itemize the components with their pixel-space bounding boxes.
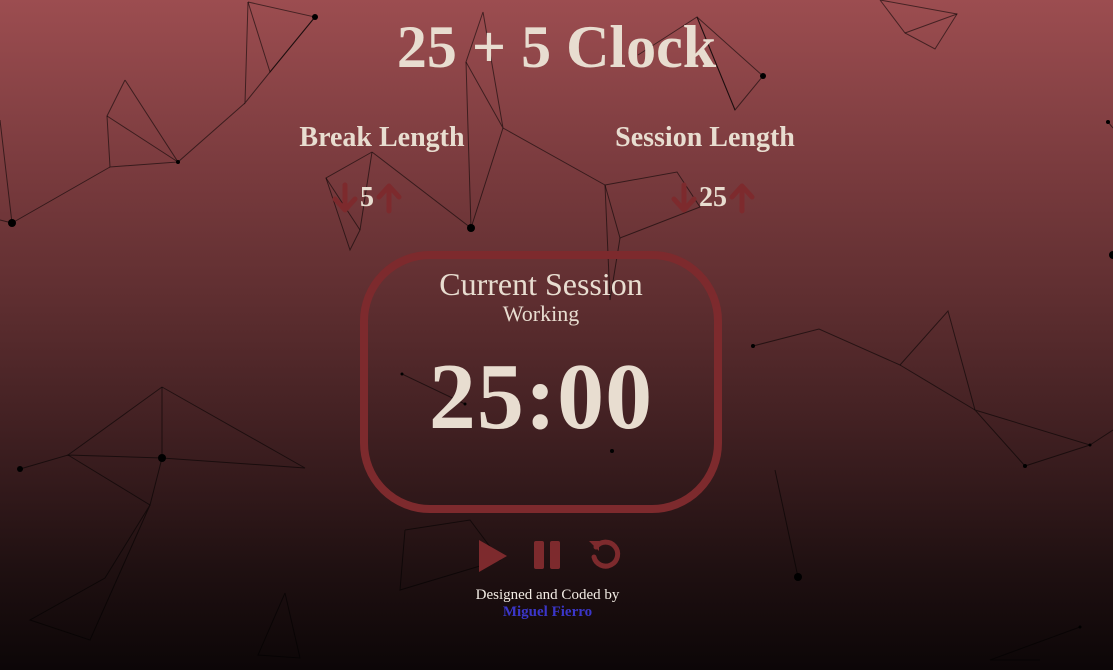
play-button[interactable] bbox=[474, 537, 510, 573]
break-decrement-button[interactable] bbox=[332, 181, 358, 215]
credit-text: Designed and Coded by bbox=[475, 587, 620, 603]
session-length-control: 25 bbox=[671, 178, 755, 218]
timer-label: Current Session bbox=[439, 266, 643, 302]
session-decrement-button[interactable] bbox=[671, 181, 697, 215]
timer-status: Working bbox=[502, 301, 580, 326]
time-left: 25:00 bbox=[428, 345, 654, 449]
break-length-label: Break Length bbox=[299, 122, 465, 153]
reset-button[interactable] bbox=[586, 537, 622, 573]
footer-credit: Designed and Coded by Miguel Fierro bbox=[0, 587, 1095, 621]
app-title: 25 + 5 Clock bbox=[396, 14, 717, 80]
break-length-value: 5 bbox=[360, 182, 374, 213]
pause-icon bbox=[534, 541, 560, 569]
arrow-up-icon bbox=[376, 183, 402, 214]
timer-display: Current Session Working 25:00 bbox=[360, 251, 722, 513]
arrow-down-icon bbox=[332, 182, 358, 213]
break-length-control: 5 bbox=[332, 178, 402, 218]
arrow-up-icon bbox=[729, 183, 755, 214]
author-link[interactable]: Miguel Fierro bbox=[503, 604, 592, 620]
session-length-value: 25 bbox=[699, 182, 727, 213]
session-length-label: Session Length bbox=[615, 122, 795, 153]
break-increment-button[interactable] bbox=[376, 181, 402, 215]
play-icon bbox=[479, 540, 507, 572]
refresh-icon bbox=[589, 539, 621, 569]
session-increment-button[interactable] bbox=[729, 181, 755, 215]
timer-controls bbox=[474, 536, 624, 574]
arrow-down-icon bbox=[671, 182, 697, 213]
pause-button[interactable] bbox=[530, 537, 566, 573]
